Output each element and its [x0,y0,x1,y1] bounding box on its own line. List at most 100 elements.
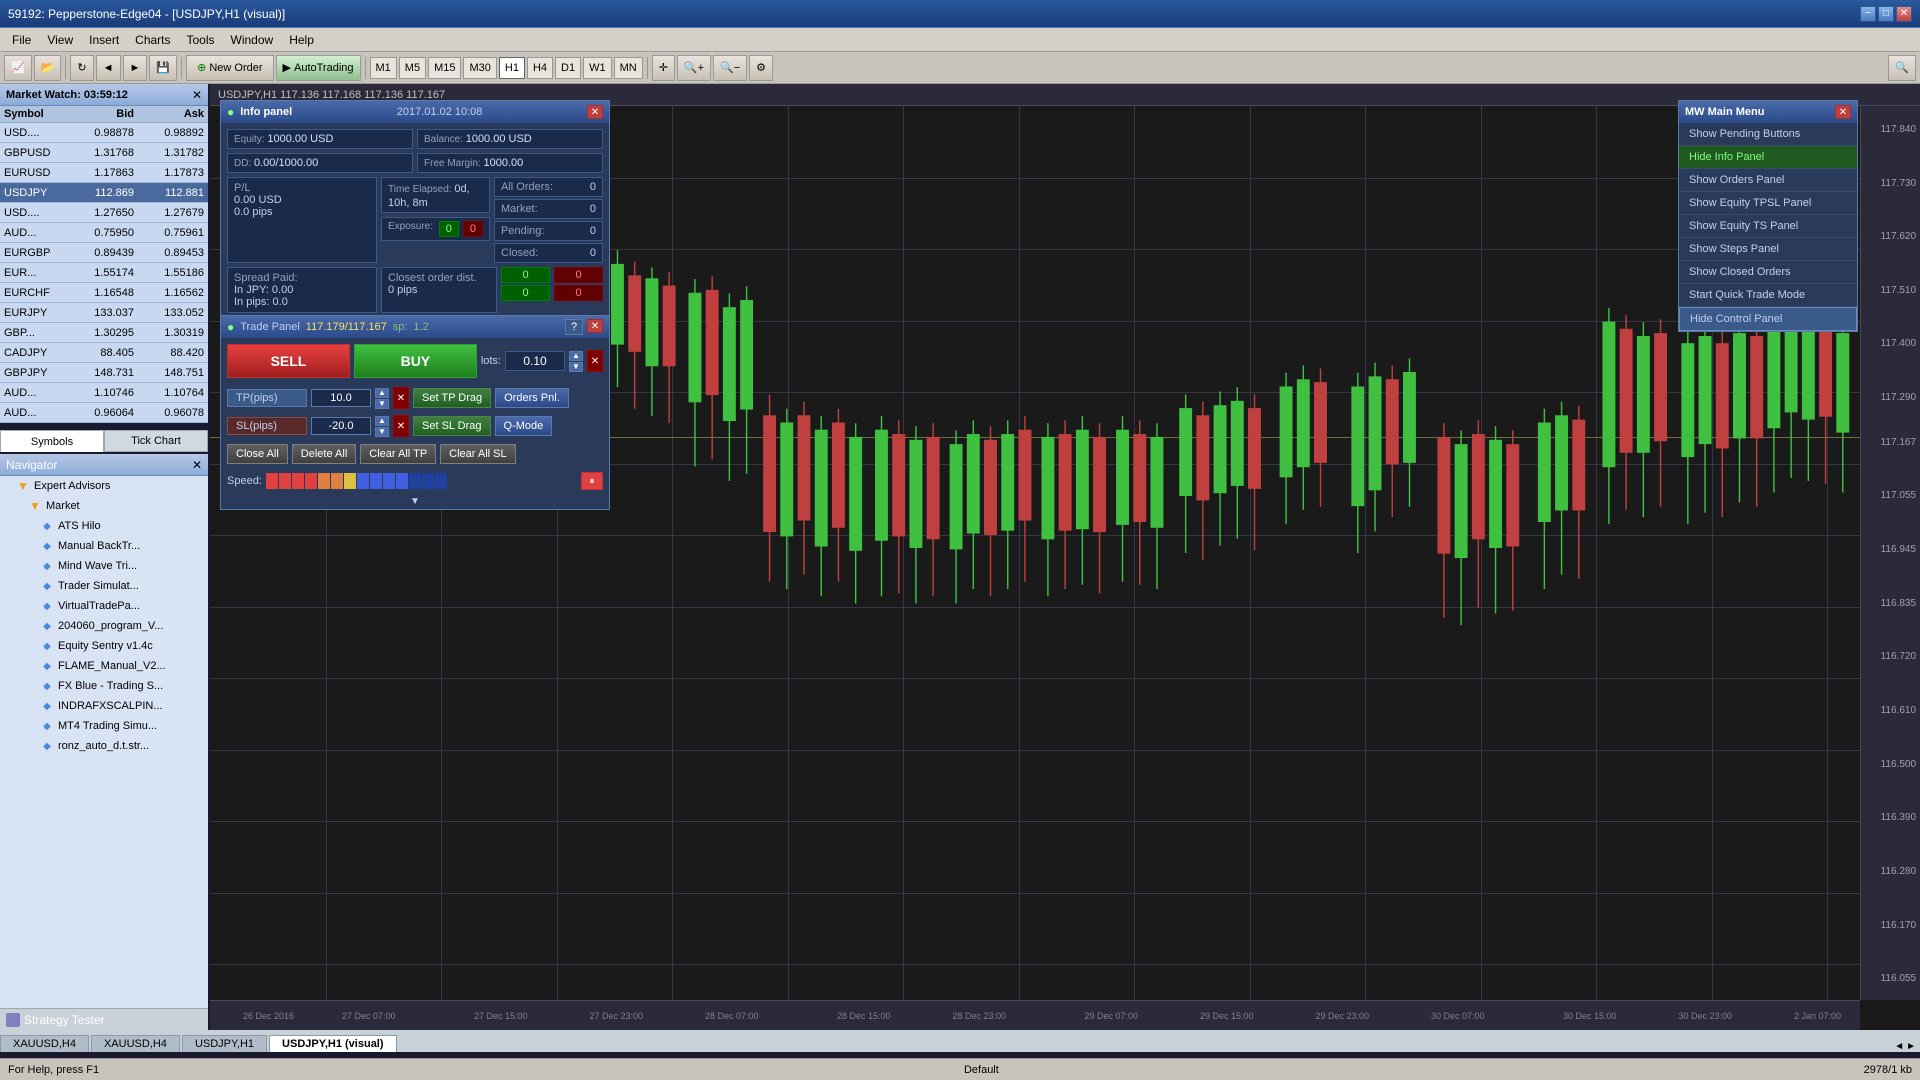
lots-input[interactable] [505,351,565,371]
mw-menu-close[interactable]: ✕ [1835,105,1851,119]
tab-symbols[interactable]: Symbols [0,430,104,452]
tab-tick-chart[interactable]: Tick Chart [104,430,208,452]
nav-item-fxblue[interactable]: ◆ FX Blue - Trading S... [0,676,208,696]
tab-usdjpy-h1[interactable]: USDJPY,H1 [182,1035,267,1052]
properties-button[interactable]: ⚙ [749,55,773,81]
mw-row-aud2[interactable]: AUD... 1.10746 1.10764 [0,383,208,403]
speed-seg-10[interactable] [383,473,395,489]
speed-seg-5[interactable] [318,473,330,489]
mw-row-eurchf[interactable]: EURCHF 1.16548 1.16562 [0,283,208,303]
market-watch-close[interactable]: ✕ [192,88,202,102]
speed-seg-11[interactable] [396,473,408,489]
speed-seg-7[interactable] [344,473,356,489]
info-panel-close[interactable]: ✕ [587,105,603,119]
mw-row-gbpusd[interactable]: GBPUSD 1.31768 1.31782 [0,143,208,163]
zoom-out-button[interactable]: 🔍− [713,55,747,81]
menu-help[interactable]: Help [281,31,322,49]
tf-d1[interactable]: D1 [555,57,581,79]
tf-m15[interactable]: M15 [428,57,461,79]
orders-pnl-button[interactable]: Orders Pnl. [495,388,569,408]
nav-item-204060[interactable]: ◆ 204060_program_V... [0,616,208,636]
nav-market-folder[interactable]: ▼ Market [0,496,208,516]
nav-item-ronz[interactable]: ◆ ronz_auto_d.t.str... [0,736,208,756]
menu-show-equity-ts[interactable]: Show Equity TS Panel [1679,215,1857,238]
nav-item-mind-wave[interactable]: ◆ Mind Wave Tri... [0,556,208,576]
mw-row-eur1[interactable]: EUR... 1.55174 1.55186 [0,263,208,283]
nav-expert-advisors[interactable]: ▼ Expert Advisors [0,476,208,496]
crosshair-button[interactable]: ✛ [652,55,675,81]
sl-up[interactable]: ▲ [375,416,389,426]
tf-m5[interactable]: M5 [399,57,426,79]
mw-row-aud3[interactable]: AUD... 0.96064 0.96078 [0,403,208,423]
menu-quick-trade[interactable]: Start Quick Trade Mode [1679,284,1857,307]
menu-show-steps[interactable]: Show Steps Panel [1679,238,1857,261]
mw-row-eurjpy[interactable]: EURJPY 133.037 133.052 [0,303,208,323]
strategy-tester-bar[interactable]: Strategy Tester [0,1008,208,1030]
clear-all-tp-button[interactable]: Clear All TP [360,444,436,464]
speed-pause-button[interactable]: ⏸ [581,472,603,490]
zoom-in-button[interactable]: 🔍+ [677,55,711,81]
speed-seg-3[interactable] [292,473,304,489]
clear-all-sl-button[interactable]: Clear All SL [440,444,515,464]
speed-seg-2[interactable] [279,473,291,489]
forward-button[interactable]: ► [123,55,148,81]
open-button[interactable]: 📂 [34,55,62,81]
mw-row-aud1[interactable]: AUD... 0.75950 0.75961 [0,223,208,243]
tp-up[interactable]: ▲ [375,388,389,398]
sell-button[interactable]: SELL [227,344,350,378]
tp-clear[interactable]: ✕ [393,387,409,409]
refresh-button[interactable]: ↻ [70,55,93,81]
autotrading-button[interactable]: ▶ AutoTrading [276,55,361,81]
trade-panel-help[interactable]: ? [565,319,583,335]
set-sl-drag-button[interactable]: Set SL Drag [413,416,491,436]
menu-hide-control[interactable]: Hide Control Panel [1679,307,1857,331]
new-order-button[interactable]: ⊕ New Order [186,55,273,81]
mw-row-eurusd[interactable]: EURUSD 1.17863 1.17873 [0,163,208,183]
mw-row-eurgbp[interactable]: EURGBP 0.89439 0.89453 [0,243,208,263]
nav-item-ats-hilo[interactable]: ◆ ATS Hilo [0,516,208,536]
tab-scroll-left[interactable]: ◄ [1894,1041,1904,1052]
menu-insert[interactable]: Insert [81,31,127,49]
speed-seg-14[interactable] [435,473,447,489]
tp-down[interactable]: ▼ [375,399,389,409]
speed-seg-9[interactable] [370,473,382,489]
menu-hide-info[interactable]: Hide Info Panel [1679,146,1857,169]
tab-scroll-right[interactable]: ► [1906,1041,1916,1052]
sl-input[interactable] [311,417,371,435]
nav-item-manual-backtr[interactable]: ◆ Manual BackTr... [0,536,208,556]
lots-clear[interactable]: ✕ [587,350,603,372]
info-panel-titlebar[interactable]: ● Info panel 2017.01.02 10:08 ✕ [221,101,609,123]
mw-row-usdjpy[interactable]: USDJPY 112.869 112.881 [0,183,208,203]
menu-show-pending[interactable]: Show Pending Buttons [1679,123,1857,146]
panel-expand[interactable]: ▼ [221,494,609,509]
tab-usdjpy-h1-visual[interactable]: USDJPY,H1 (visual) [269,1035,396,1052]
mw-row-usd1[interactable]: USD.... 0.98878 0.98892 [0,123,208,143]
trade-panel-titlebar[interactable]: ● Trade Panel 117.179/117.167 sp: 1.2 ? … [221,316,609,338]
mw-menu-titlebar[interactable]: MW Main Menu ✕ [1679,101,1857,123]
nav-item-virtual-trade[interactable]: ◆ VirtualTradePa... [0,596,208,616]
menu-show-orders[interactable]: Show Orders Panel [1679,169,1857,192]
menu-view[interactable]: View [39,31,81,49]
sl-down[interactable]: ▼ [375,427,389,437]
nav-item-equity-sentry[interactable]: ◆ Equity Sentry v1.4c [0,636,208,656]
speed-seg-12[interactable] [409,473,421,489]
menu-file[interactable]: File [4,31,39,49]
navigator-close[interactable]: ✕ [192,458,202,472]
nav-item-indra[interactable]: ◆ INDRAFXSCALPIN... [0,696,208,716]
tab-xauusd-h4-1[interactable]: XAUUSD,H4 [0,1035,89,1052]
close-button[interactable]: ✕ [1896,6,1912,22]
nav-item-flame[interactable]: ◆ FLAME_Manual_V2... [0,656,208,676]
tf-m30[interactable]: M30 [463,57,496,79]
back-button[interactable]: ◄ [96,55,121,81]
nav-item-mt4-trading[interactable]: ◆ MT4 Trading Simu... [0,716,208,736]
mw-row-cadjpy[interactable]: CADJPY 88.405 88.420 [0,343,208,363]
delete-all-button[interactable]: Delete All [292,444,356,464]
minimize-button[interactable]: − [1860,6,1876,22]
menu-charts[interactable]: Charts [127,31,178,49]
save-button[interactable]: 💾 [149,55,177,81]
mw-row-gbp1[interactable]: GBP... 1.30295 1.30319 [0,323,208,343]
speed-seg-4[interactable] [305,473,317,489]
menu-show-equity-tpsl[interactable]: Show Equity TPSL Panel [1679,192,1857,215]
sl-clear[interactable]: ✕ [393,415,409,437]
mw-row-gbpjpy[interactable]: GBPJPY 148.731 148.751 [0,363,208,383]
